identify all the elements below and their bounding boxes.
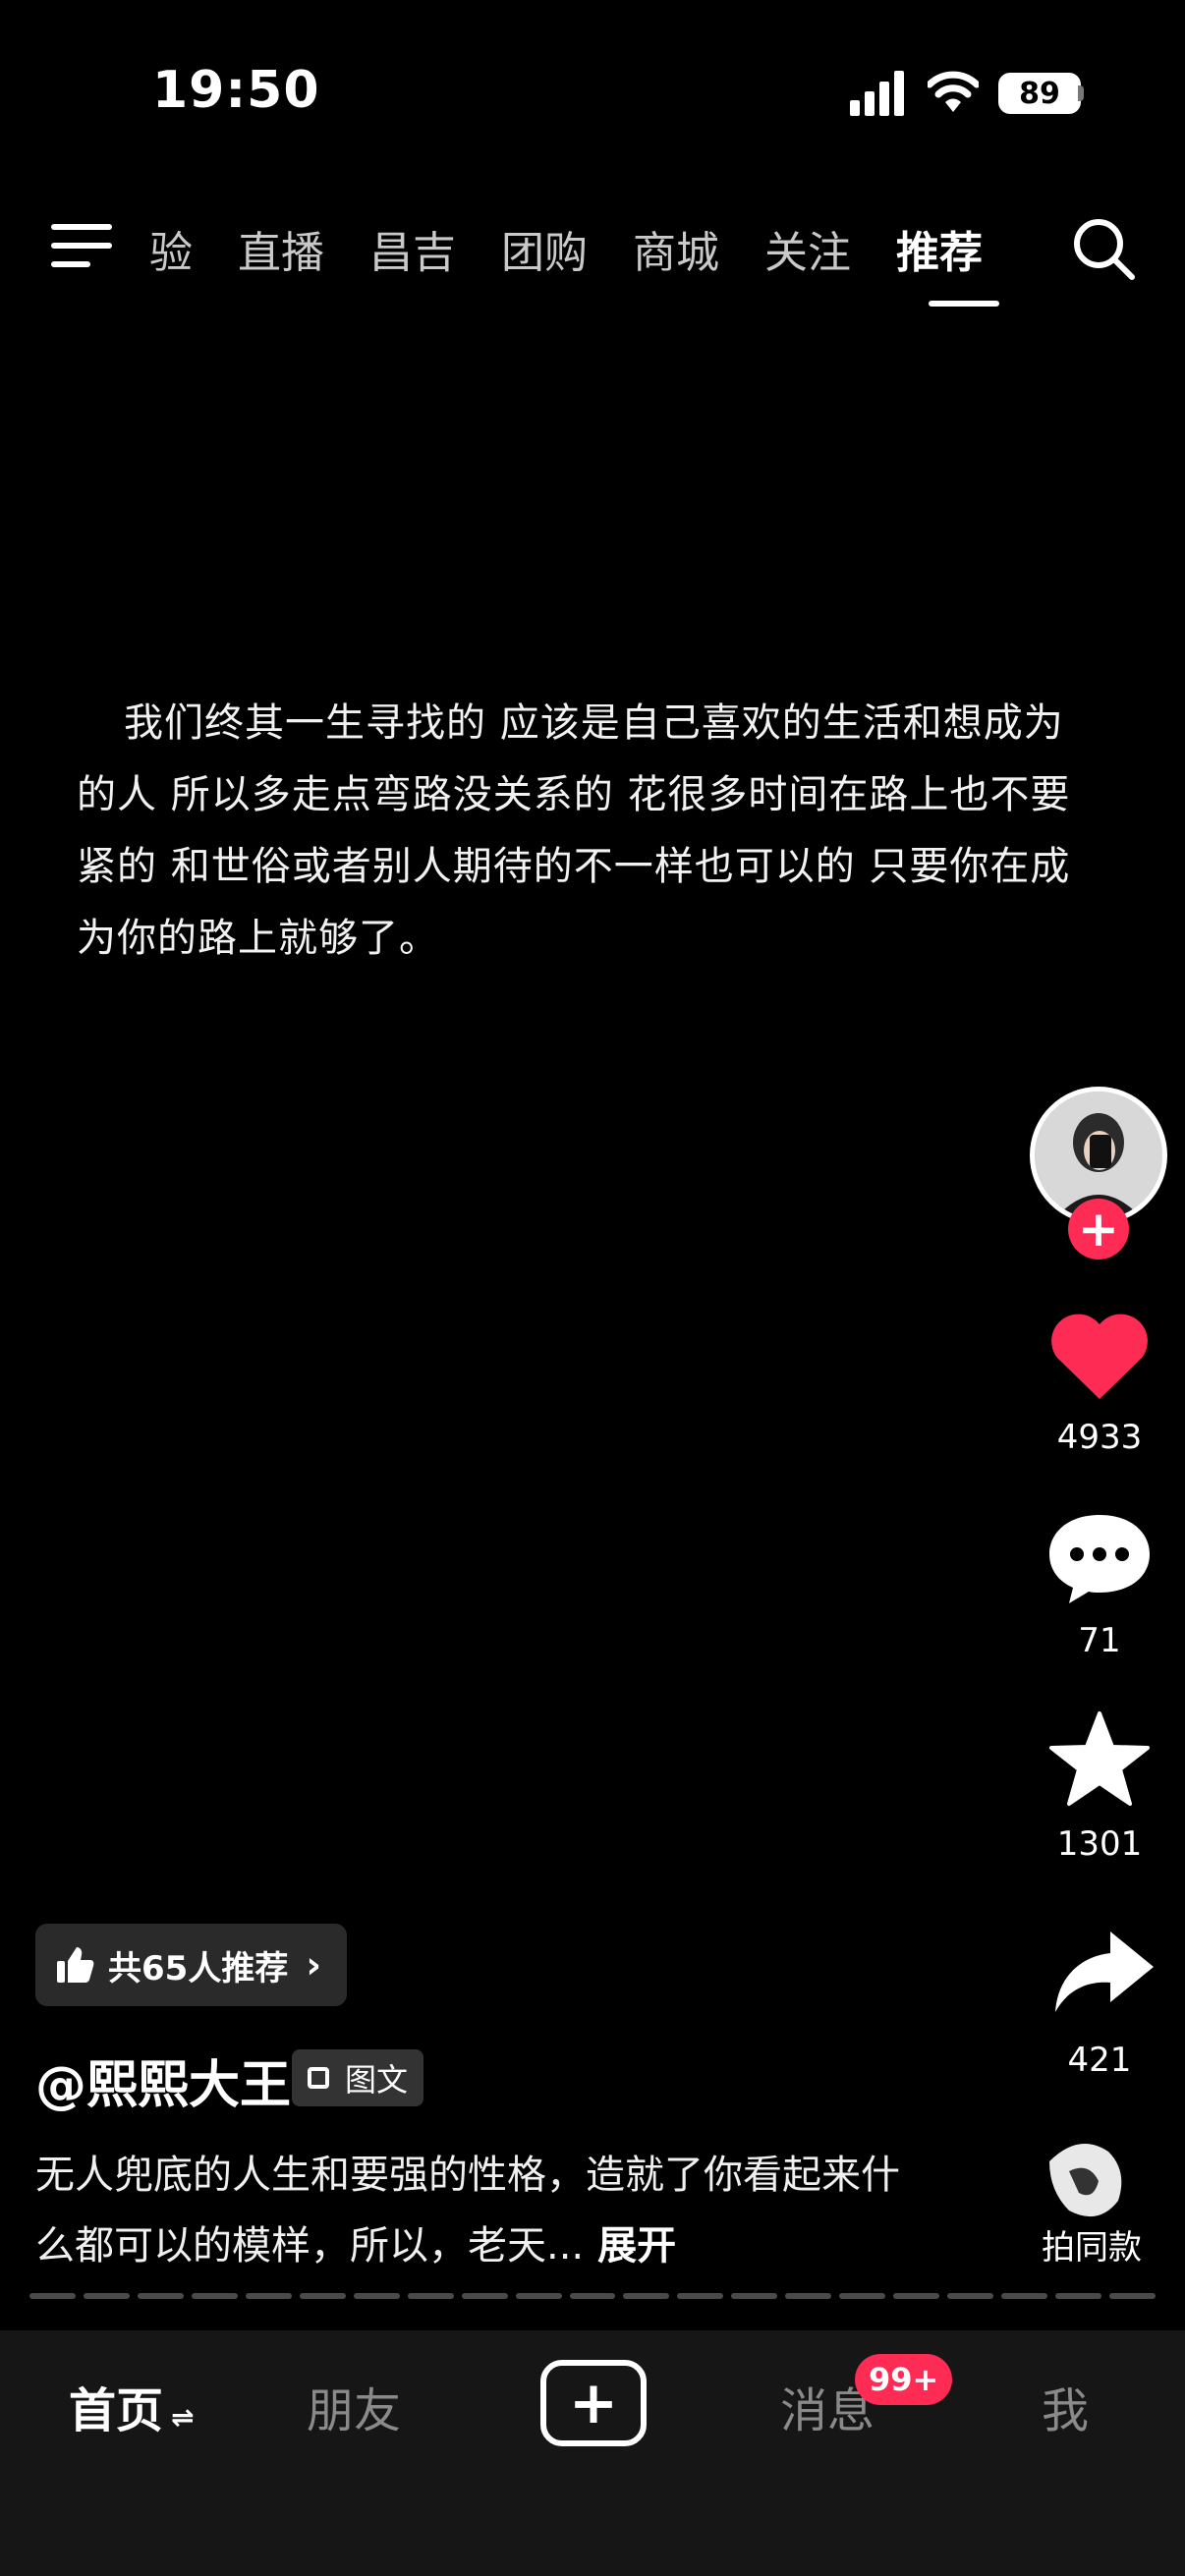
comment-icon[interactable] (1045, 1509, 1154, 1607)
author-name[interactable]: @熙熙大王 (35, 2044, 291, 2117)
tab-home-label: 首页 (69, 2383, 164, 2438)
tab-local[interactable]: 昌吉 (369, 217, 456, 280)
status-time: 19:50 (152, 61, 320, 120)
tab-live[interactable]: 直播 (238, 217, 324, 280)
wifi-icon (928, 71, 979, 112)
tab-group-buy[interactable]: 团购 (501, 217, 588, 280)
messages-badge: 99+ (855, 2354, 953, 2405)
share-icon[interactable] (1049, 1926, 1157, 2024)
tab-recommend[interactable]: 推荐 (896, 217, 983, 280)
caption: 无人兜底的人生和要强的性格，造就了你看起来什么都可以的模样，所以，老天... 展开 (35, 2140, 900, 2281)
chevron-right-icon: › (306, 1943, 321, 1987)
expand-link[interactable]: 展开 (597, 2223, 676, 2268)
tab-following[interactable]: 关注 (764, 217, 851, 280)
follow-button[interactable]: + (1068, 1199, 1129, 1260)
battery-indicator: 89 (998, 73, 1081, 114)
cellular-signal-icon (850, 71, 904, 116)
search-icon[interactable] (1071, 216, 1136, 281)
create-button[interactable]: + (540, 2360, 647, 2446)
thumbs-up-icon (57, 1947, 94, 1983)
tab-mall[interactable]: 商城 (633, 217, 719, 280)
post-text: 我们终其一生寻找的 应该是自己喜欢的生活和想成为的人 所以多走点弯路没关系的 花… (77, 700, 1071, 961)
use-template-label[interactable]: 拍同款 (1042, 2220, 1142, 2268)
tab-home[interactable]: 首页 ⇌ (69, 2372, 194, 2440)
caption-text: 无人兜底的人生和要强的性格，造就了你看起来什么都可以的模样，所以，老天... (35, 2153, 900, 2268)
menu-icon[interactable] (51, 224, 112, 271)
image-post-icon (308, 2067, 329, 2089)
top-nav-tabs: 验 直播 昌吉 团购 商城 关注 推荐 (149, 214, 1028, 283)
star-icon[interactable] (1045, 1709, 1154, 1808)
switch-icon: ⇌ (171, 2401, 195, 2434)
heart-icon[interactable] (1045, 1307, 1154, 1405)
music-disc-icon[interactable] (1040, 2132, 1134, 2226)
post-type-label: 图文 (345, 2061, 409, 2099)
favorite-count: 1301 (1056, 1824, 1143, 1864)
recommend-chip-label: 共65人推荐 (108, 1948, 289, 1988)
comment-count: 71 (1078, 1621, 1121, 1660)
battery-tip (1078, 85, 1084, 101)
post-type-badge: 图文 (292, 2049, 424, 2106)
like-count: 4933 (1056, 1418, 1143, 1457)
share-count: 421 (1067, 2041, 1132, 2080)
active-tab-indicator (929, 301, 999, 307)
image-progress-bar (29, 2293, 1157, 2299)
tab-friends[interactable]: 朋友 (307, 2372, 401, 2440)
recommend-chip[interactable]: 共65人推荐 › (35, 1924, 347, 2006)
tab-experience[interactable]: 验 (149, 217, 193, 280)
tab-me[interactable]: 我 (1042, 2372, 1089, 2440)
